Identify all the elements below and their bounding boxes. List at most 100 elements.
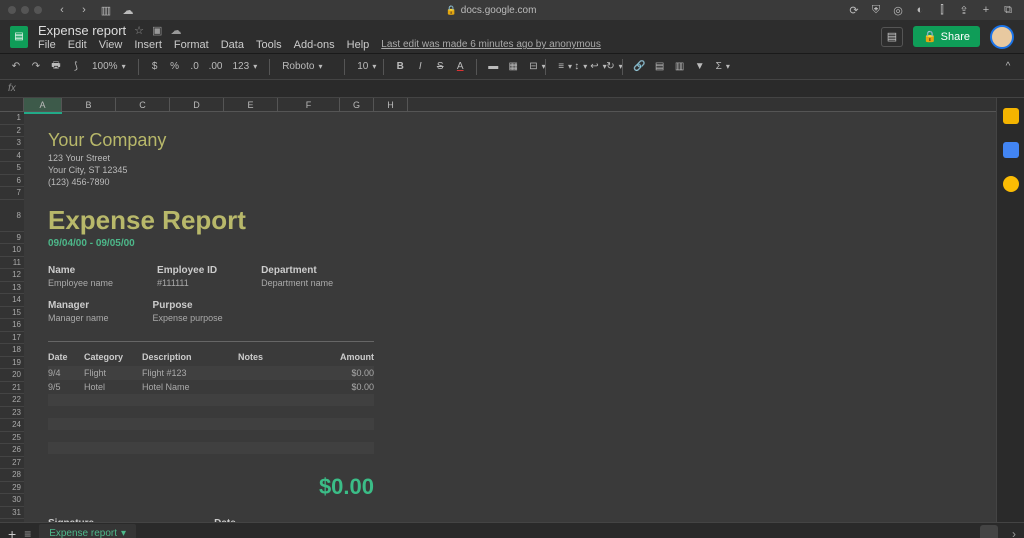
column-header-c[interactable]: C bbox=[116, 98, 170, 111]
tasks-icon[interactable] bbox=[1003, 176, 1019, 192]
row-header[interactable]: 27 bbox=[0, 457, 24, 470]
formula-bar[interactable]: fx bbox=[0, 80, 1024, 98]
decrease-decimal-button[interactable]: .0 bbox=[187, 58, 203, 76]
shield-icon[interactable]: ⛨ bbox=[868, 2, 884, 18]
address-bar[interactable]: 🔒 docs.google.com bbox=[142, 5, 840, 16]
row-header[interactable]: 11 bbox=[0, 257, 24, 270]
text-color-button[interactable]: A bbox=[452, 58, 468, 76]
currency-button[interactable]: $ bbox=[147, 58, 163, 76]
doc-title[interactable]: Expense report bbox=[38, 23, 126, 38]
row-header[interactable]: 7 bbox=[0, 187, 24, 200]
share-icon[interactable]: ⇪ bbox=[956, 2, 972, 18]
increase-decimal-button[interactable]: .00 bbox=[207, 58, 225, 76]
row-header[interactable]: 2 bbox=[0, 125, 24, 138]
column-header-h[interactable]: H bbox=[374, 98, 408, 111]
more-formats-select[interactable]: 123 bbox=[229, 61, 262, 72]
bold-button[interactable]: B bbox=[392, 58, 408, 76]
add-sheet-button[interactable]: + bbox=[8, 526, 16, 538]
back-button[interactable]: ‹ bbox=[54, 3, 70, 17]
row-header[interactable]: 9 bbox=[0, 232, 24, 245]
menu-format[interactable]: Format bbox=[174, 39, 209, 51]
menu-data[interactable]: Data bbox=[221, 39, 244, 51]
row-header[interactable]: 20 bbox=[0, 369, 24, 382]
italic-button[interactable]: I bbox=[412, 58, 428, 76]
cloud-status-icon[interactable]: ☁ bbox=[170, 24, 181, 37]
menu-file[interactable]: File bbox=[38, 39, 56, 51]
new-tab-icon[interactable]: + bbox=[978, 2, 994, 18]
v-align-button[interactable]: ↕ bbox=[570, 61, 582, 72]
functions-button[interactable]: Σ bbox=[712, 61, 724, 72]
collapse-toolbar-button[interactable]: ^ bbox=[1000, 58, 1016, 76]
sheets-logo-icon[interactable]: ▤ bbox=[10, 26, 28, 48]
redo-button[interactable]: ↷ bbox=[28, 58, 44, 76]
row-header[interactable]: 29 bbox=[0, 482, 24, 495]
borders-button[interactable]: ▦ bbox=[505, 58, 521, 76]
extension-icon[interactable]: ◎ bbox=[890, 2, 906, 18]
sidebar-toggle-icon[interactable]: ▥ bbox=[98, 3, 114, 17]
cloud-icon[interactable]: ☁ bbox=[120, 3, 136, 17]
row-header[interactable]: 1 bbox=[0, 112, 24, 125]
row-header[interactable]: 19 bbox=[0, 357, 24, 370]
row-header[interactable]: 14 bbox=[0, 294, 24, 307]
row-header[interactable]: 26 bbox=[0, 444, 24, 457]
close-window-icon[interactable] bbox=[8, 6, 16, 14]
row-header[interactable]: 16 bbox=[0, 319, 24, 332]
strikethrough-button[interactable]: S bbox=[432, 58, 448, 76]
column-header-f[interactable]: F bbox=[278, 98, 340, 111]
percent-button[interactable]: % bbox=[167, 58, 183, 76]
paint-format-button[interactable]: ⟆ bbox=[68, 58, 84, 76]
font-select[interactable]: Roboto bbox=[278, 61, 336, 72]
row-header[interactable]: 5 bbox=[0, 162, 24, 175]
reload-button[interactable]: ⟳ bbox=[846, 3, 862, 17]
row-header[interactable]: 15 bbox=[0, 307, 24, 320]
extension-icon[interactable]: ◐ bbox=[912, 2, 928, 18]
h-align-button[interactable]: ≡ bbox=[554, 61, 566, 72]
comment-history-button[interactable]: ▤ bbox=[881, 27, 903, 47]
star-icon[interactable]: ☆ bbox=[134, 24, 144, 37]
sheet-tab[interactable]: Expense report ▾ bbox=[39, 524, 136, 538]
font-size-select[interactable]: 10 bbox=[353, 61, 375, 72]
column-header-g[interactable]: G bbox=[340, 98, 374, 111]
column-header-e[interactable]: E bbox=[224, 98, 278, 111]
row-header[interactable]: 23 bbox=[0, 407, 24, 420]
insert-link-button[interactable]: 🔗 bbox=[631, 58, 647, 76]
row-header[interactable]: 3 bbox=[0, 137, 24, 150]
column-header-b[interactable]: B bbox=[62, 98, 116, 111]
filter-button[interactable]: ▼ bbox=[692, 58, 708, 76]
row-header[interactable]: 12 bbox=[0, 269, 24, 282]
show-side-panel-button[interactable]: › bbox=[1012, 527, 1016, 538]
all-sheets-button[interactable]: ≡ bbox=[24, 527, 31, 538]
explore-button[interactable] bbox=[980, 525, 998, 538]
undo-button[interactable]: ↶ bbox=[8, 58, 24, 76]
text-rotate-button[interactable]: ↻ bbox=[602, 61, 614, 72]
zoom-select[interactable]: 100% bbox=[88, 61, 130, 72]
fill-color-button[interactable]: ▬ bbox=[485, 58, 501, 76]
merge-cells-button[interactable]: ⊟ bbox=[525, 61, 537, 72]
menu-view[interactable]: View bbox=[99, 39, 123, 51]
column-header-a[interactable]: A bbox=[24, 98, 62, 111]
tabs-icon[interactable]: ⧉ bbox=[1000, 2, 1016, 18]
spreadsheet-grid[interactable]: A B C D E F G H 123456789101112131415161… bbox=[0, 98, 996, 522]
move-icon[interactable]: ▣ bbox=[152, 24, 162, 37]
menu-edit[interactable]: Edit bbox=[68, 39, 87, 51]
last-edit-link[interactable]: Last edit was made 6 minutes ago by anon… bbox=[381, 39, 601, 50]
menu-insert[interactable]: Insert bbox=[134, 39, 162, 51]
calendar-icon[interactable] bbox=[1003, 108, 1019, 124]
row-header[interactable]: 18 bbox=[0, 344, 24, 357]
row-header[interactable]: 24 bbox=[0, 419, 24, 432]
column-header-d[interactable]: D bbox=[170, 98, 224, 111]
bookmark-icon[interactable]: ⫿ bbox=[934, 2, 950, 18]
row-header[interactable]: 10 bbox=[0, 244, 24, 257]
menu-tools[interactable]: Tools bbox=[256, 39, 282, 51]
sheet-canvas[interactable]: Your Company 123 Your Street Your City, … bbox=[24, 112, 996, 522]
minimize-window-icon[interactable] bbox=[21, 6, 29, 14]
row-header[interactable]: 13 bbox=[0, 282, 24, 295]
row-header[interactable]: 28 bbox=[0, 469, 24, 482]
insert-comment-button[interactable]: ▤ bbox=[652, 58, 668, 76]
row-header[interactable]: 31 bbox=[0, 507, 24, 520]
row-header[interactable]: 21 bbox=[0, 382, 24, 395]
row-header[interactable]: 30 bbox=[0, 494, 24, 507]
maximize-window-icon[interactable] bbox=[34, 6, 42, 14]
row-header[interactable]: 6 bbox=[0, 175, 24, 188]
keep-icon[interactable] bbox=[1003, 142, 1019, 158]
